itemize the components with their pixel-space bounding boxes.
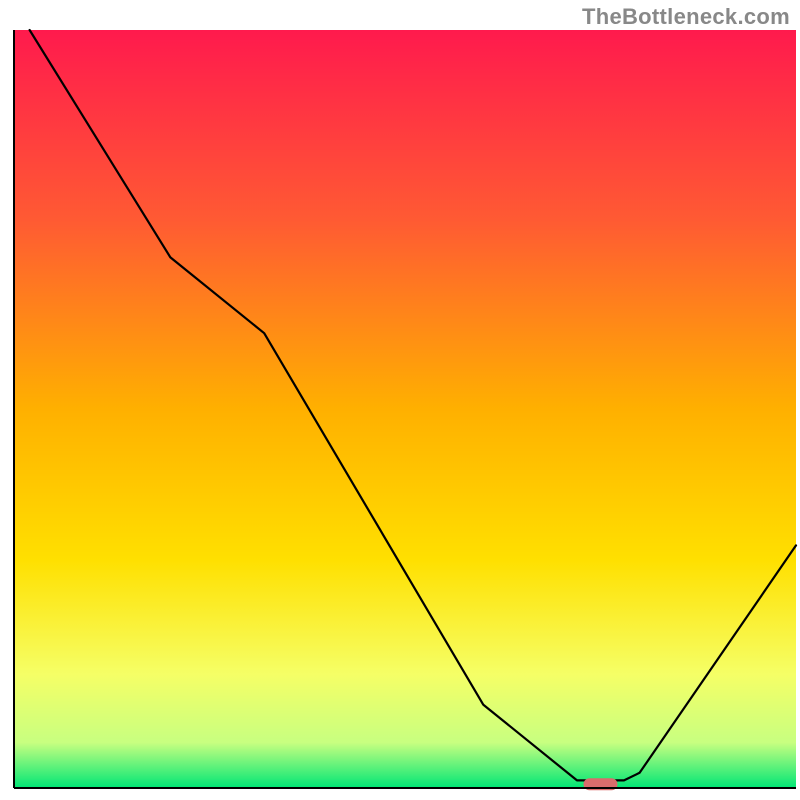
- watermark-label: TheBottleneck.com: [582, 4, 790, 30]
- bottleneck-chart: [0, 0, 800, 800]
- chart-container: TheBottleneck.com: [0, 0, 800, 800]
- chart-background: [14, 30, 796, 788]
